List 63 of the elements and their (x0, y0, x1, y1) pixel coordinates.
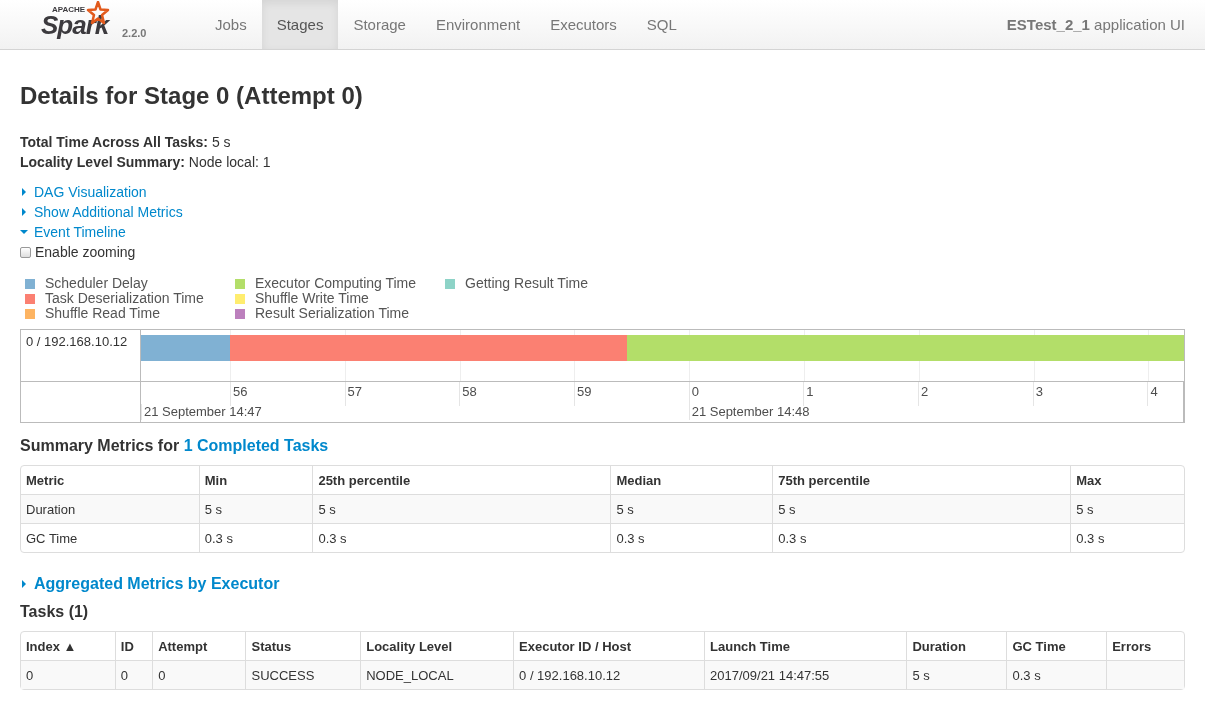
table-cell: 5 s (610, 494, 773, 523)
checkbox[interactable] (20, 246, 31, 258)
nav-tab[interactable]: Environment (420, 0, 536, 49)
table-cell: 2017/09/21 14:47:55 (704, 660, 907, 689)
spark-logo[interactable]: APACHE Spark (40, 1, 118, 41)
table-cell: SUCCESS (245, 660, 361, 689)
tick-label: 4 (1147, 382, 1158, 406)
tick-label: 1 (803, 382, 814, 406)
tasks-link[interactable]: 1 Completed Tasks (183, 437, 329, 454)
legend-label: Shuffle Write Time (255, 291, 369, 306)
nav-tab[interactable]: SQL (631, 0, 692, 49)
section-heading: Tasks (1) (20, 603, 90, 621)
table-cell: 0.3 s (610, 523, 773, 552)
page-title: Details for Stage 0 (Attempt 0) (20, 82, 364, 110)
toggle-link[interactable]: Event Timeline (20, 222, 126, 242)
table-cell: 0 (21, 660, 115, 689)
legend-label: Shuffle Read Time (45, 306, 160, 321)
column-header[interactable]: Index ▲ (21, 632, 115, 660)
table-cell: 0.3 s (772, 523, 1071, 552)
version-label: 2.2.0 (122, 27, 147, 39)
tick-label: 56 (229, 382, 248, 406)
table-cell: 0 (152, 660, 246, 689)
table-cell: 0.3 s (198, 523, 313, 552)
tick-label: 3 (1032, 382, 1043, 406)
table-cell: NODE_LOCAL (360, 660, 514, 689)
task-timeline-drawing[interactable] (141, 335, 1184, 361)
date-label: 21 September 14:48 (688, 404, 810, 420)
summary-line: Total Time Across All Tasks: 5 s (20, 133, 232, 152)
table-cell: GC Time (21, 523, 199, 552)
legend-label: Scheduler Delay (45, 276, 148, 291)
tick-label: 2 (918, 382, 929, 406)
table-cell: 5 s (772, 494, 1071, 523)
nav-tab[interactable]: Executors (535, 0, 632, 49)
checkbox-label: Enable zooming (35, 243, 136, 262)
table-cell: 0.3 s (1006, 660, 1107, 689)
app-name: ESTest_2_1 application UI (1006, 15, 1186, 35)
tick-label: 57 (344, 382, 363, 406)
tick-label: 59 (574, 382, 592, 406)
table-cell: 0 (114, 660, 153, 689)
table-cell: 5 s (312, 494, 611, 523)
legend-label: Executor Computing Time (255, 276, 417, 291)
nav-tab[interactable]: Stages (261, 0, 339, 49)
nav-tab[interactable]: Storage (338, 0, 421, 49)
table-cell: Duration (21, 494, 199, 523)
section-heading: Summary Metrics for 1 Completed Tasks (20, 437, 330, 455)
table-cell: 5 s (906, 660, 1007, 689)
table-cell: 0.3 s (312, 523, 611, 552)
toggle-link[interactable]: DAG Visualization (20, 182, 147, 202)
tick-label: 58 (459, 382, 477, 406)
toggle-link[interactable]: Aggregated Metrics by Executor (20, 575, 280, 593)
table-cell: 0 / 192.168.10.12 (513, 660, 705, 689)
toggle-link[interactable]: Show Additional Metrics (20, 202, 183, 222)
legend-label: Getting Result Time (465, 276, 588, 291)
tick-label: 0 (688, 382, 699, 406)
date-label: 21 September 14:47 (141, 404, 262, 420)
nav-tab[interactable]: Jobs (200, 0, 262, 49)
table-cell: 5 s (1070, 494, 1184, 523)
column-header[interactable]: Metric (21, 466, 199, 494)
table-cell: 5 s (198, 494, 313, 523)
summary-line: Locality Level Summary: Node local: 1 (20, 153, 272, 172)
table-cell: 0.3 s (1070, 523, 1184, 552)
legend-label: Result Serialization Time (255, 306, 410, 321)
legend-label: Task Deserialization Time (45, 291, 204, 306)
